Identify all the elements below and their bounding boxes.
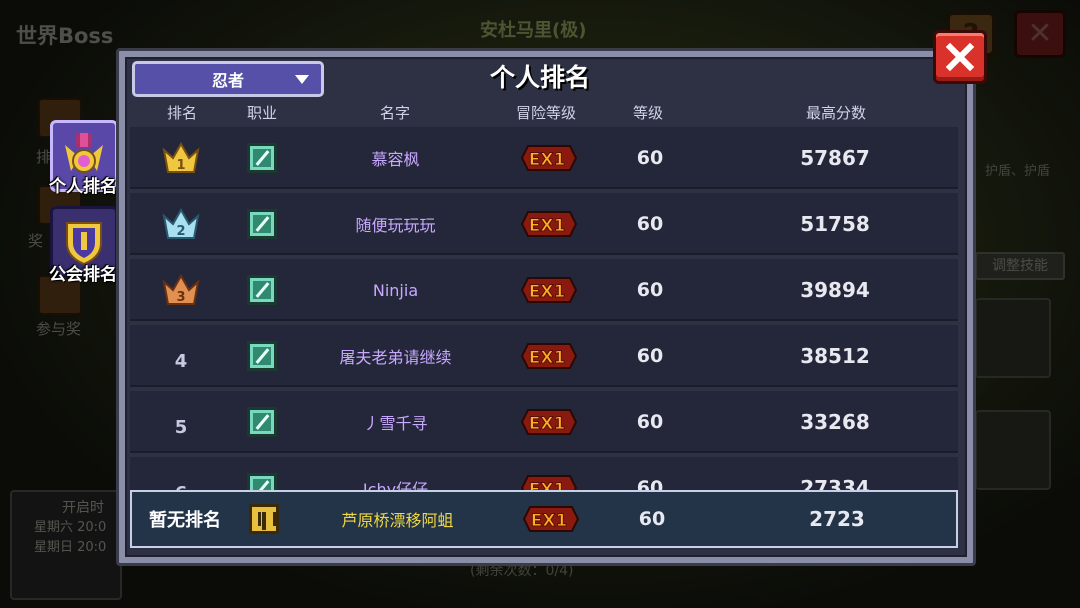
job-cell bbox=[242, 492, 286, 546]
score-cell: 57867 bbox=[800, 146, 870, 170]
job-cell bbox=[240, 457, 284, 491]
player-name: 慕容枫 bbox=[371, 150, 420, 169]
ex-badge-icon: EX1 bbox=[520, 343, 578, 369]
gold-crown-icon: 1 bbox=[162, 141, 200, 173]
adventure-level-cell: EX1 bbox=[510, 259, 588, 321]
rank-cell: 2 bbox=[150, 193, 212, 255]
adventure-level-cell: EX1 bbox=[510, 325, 588, 387]
my-name: 芦原桥漂移阿蛆 bbox=[341, 511, 454, 530]
rank-cell: 3 bbox=[150, 259, 212, 321]
ex-badge-icon: EX1 bbox=[522, 506, 580, 532]
svg-text:EX1: EX1 bbox=[531, 511, 568, 531]
column-header-job: 职业 bbox=[246, 104, 277, 122]
ninja-job-icon bbox=[247, 209, 277, 239]
ninja-job-icon bbox=[247, 473, 277, 491]
my-adventure-level: EX1 bbox=[512, 492, 590, 546]
ninja-job-icon bbox=[247, 275, 277, 305]
svg-text:1: 1 bbox=[176, 158, 185, 173]
column-header-rank: 排名 bbox=[166, 104, 197, 122]
job-filter-value: 忍者 bbox=[211, 71, 244, 90]
level-cell: 60 bbox=[636, 213, 664, 235]
svg-text:EX1: EX1 bbox=[529, 150, 566, 170]
adventure-level-cell: EX1 bbox=[510, 127, 588, 189]
my-rank: 暂无排名 bbox=[149, 510, 221, 531]
level-cell: 60 bbox=[636, 147, 664, 169]
job-cell bbox=[240, 259, 284, 321]
table-row[interactable]: 6 Ichy仔仔 EX1 60 27334 bbox=[130, 457, 958, 491]
panel-title: 个人排名 bbox=[489, 63, 590, 92]
rank-number: 6 bbox=[150, 457, 212, 492]
tab-personal-ranking-label: 个人排名 bbox=[49, 177, 117, 197]
player-name: Ichy仔仔 bbox=[362, 480, 429, 491]
player-name: Ninjia bbox=[372, 280, 419, 300]
svg-text:2: 2 bbox=[176, 224, 185, 239]
rank-number: 5 bbox=[174, 416, 188, 438]
tab-guild-ranking-label: 公会排名 bbox=[49, 265, 117, 285]
adventure-level-cell: EX1 bbox=[510, 457, 588, 491]
adventure-level-cell: EX1 bbox=[510, 391, 588, 453]
level-cell: 60 bbox=[636, 279, 664, 301]
ex-badge-icon: EX1 bbox=[520, 277, 578, 303]
column-header-level: 等级 bbox=[632, 104, 663, 122]
table-row[interactable]: 3 Ninjia EX1 60 39894 bbox=[130, 259, 958, 321]
column-header-best-score: 最高分数 bbox=[805, 104, 866, 122]
column-header-name: 名字 bbox=[379, 104, 410, 122]
my-score: 2723 bbox=[809, 507, 865, 531]
table-row[interactable]: 2 随便玩玩玩 EX1 60 51758 bbox=[130, 193, 958, 255]
svg-text:EX1: EX1 bbox=[529, 348, 566, 368]
job-filter-dropdown[interactable]: 忍者 bbox=[132, 61, 324, 97]
close-button[interactable] bbox=[933, 30, 987, 84]
rank-cell: 1 bbox=[150, 127, 212, 189]
ex-badge-icon: EX1 bbox=[520, 409, 578, 435]
svg-text:EX1: EX1 bbox=[529, 282, 566, 302]
ex-badge-icon: EX1 bbox=[520, 145, 578, 171]
score-cell: 33268 bbox=[800, 410, 870, 434]
player-name: 随便玩玩玩 bbox=[355, 216, 436, 235]
job-cell bbox=[240, 193, 284, 255]
score-cell: 51758 bbox=[800, 212, 870, 236]
level-cell: 60 bbox=[636, 411, 664, 433]
level-cell: 60 bbox=[636, 345, 664, 367]
job-cell bbox=[240, 391, 284, 453]
ninja-job-icon bbox=[247, 407, 277, 437]
table-row[interactable]: 4 屠夫老弟请继续 EX1 60 38512 bbox=[130, 325, 958, 387]
chevron-down-icon bbox=[295, 75, 309, 84]
svg-text:EX1: EX1 bbox=[529, 414, 566, 434]
player-name: 丿雪千寻 bbox=[363, 414, 428, 433]
my-job-icon bbox=[249, 504, 279, 534]
my-ranking-row: 暂无排名 芦原桥漂移阿蛆 EX1 60 2723 bbox=[130, 490, 958, 548]
table-row[interactable]: 1 慕容枫 EX1 60 57867 bbox=[130, 127, 958, 189]
job-cell bbox=[240, 325, 284, 387]
job-cell bbox=[240, 127, 284, 189]
rank-number: 4 bbox=[174, 350, 188, 372]
svg-text:EX1: EX1 bbox=[529, 216, 566, 236]
svg-text:3: 3 bbox=[176, 290, 185, 305]
close-icon bbox=[945, 42, 975, 72]
score-cell: 38512 bbox=[800, 344, 870, 368]
my-level: 60 bbox=[638, 508, 666, 530]
column-header-adventure-level: 冒险等级 bbox=[515, 104, 576, 122]
score-cell: 27334 bbox=[800, 476, 870, 491]
adventure-level-cell: EX1 bbox=[510, 193, 588, 255]
ninja-job-icon bbox=[247, 143, 277, 173]
ex-badge-icon: EX1 bbox=[520, 211, 578, 237]
table-row[interactable]: 5 丿雪千寻 EX1 60 33268 bbox=[130, 391, 958, 453]
level-cell: 60 bbox=[636, 477, 664, 491]
score-cell: 39894 bbox=[800, 278, 870, 302]
bronze-crown-icon: 3 bbox=[162, 273, 200, 305]
ninja-job-icon bbox=[247, 341, 277, 371]
silver-crown-icon: 2 bbox=[162, 207, 200, 239]
player-name: 屠夫老弟请继续 bbox=[339, 348, 452, 367]
ex-badge-icon: EX1 bbox=[520, 475, 578, 491]
ranking-list[interactable]: 1 慕容枫 EX1 60 57867 2 随便玩玩玩 EX1 60 51758 … bbox=[130, 127, 958, 491]
